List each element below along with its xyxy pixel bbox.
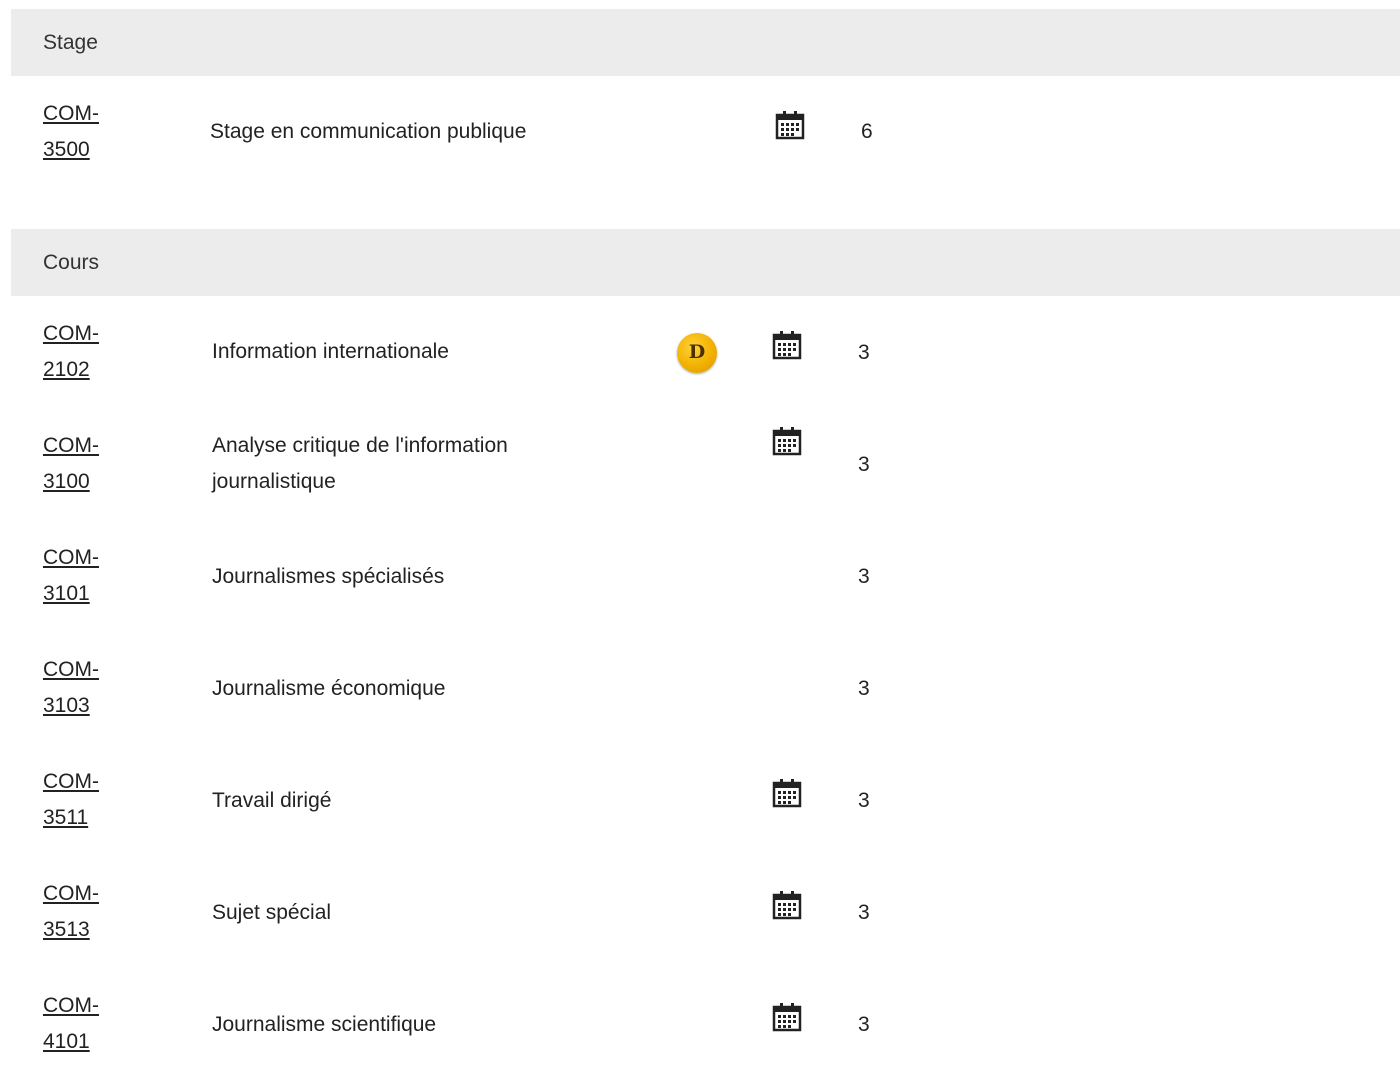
course-title: Journalisme scientifique [212,1013,437,1036]
course-title: Stage en communication publique [210,120,527,143]
course-code-link[interactable]: COM- 3100 [43,428,153,500]
course-code-link[interactable]: COM- 3500 [43,96,153,168]
course-row: COM- 3100 Analyse critique de l'informat… [0,426,1400,524]
course-code-link[interactable]: COM- 3101 [43,540,153,612]
course-row: COM- 3103 Journalisme économique 3 [0,652,1400,748]
section-header-stage: Stage [11,9,1400,76]
credits-value: 3 [858,1013,870,1036]
course-code-link[interactable]: COM- 3511 [43,764,153,836]
credits-value: 3 [858,453,870,476]
course-row: COM- 3500 Stage en communication publiqu… [0,96,1400,192]
credits-value: 3 [858,341,870,364]
credits-value: 3 [858,789,870,812]
section-title: Stage [43,31,98,54]
course-code-link[interactable]: COM- 3103 [43,652,153,724]
calendar-icon[interactable] [772,890,802,920]
course-title: Travail dirigé [212,789,332,812]
calendar-icon[interactable] [772,1002,802,1032]
course-row: COM- 3511 Travail dirigé 3 [0,764,1400,860]
section-header-cours: Cours [11,229,1400,296]
course-row: COM- 3101 Journalismes spécialisés 3 [0,540,1400,636]
calendar-icon[interactable] [772,778,802,808]
course-code-link[interactable]: COM- 4101 [43,988,153,1060]
distance-course-badge: D [677,333,717,373]
calendar-icon[interactable] [775,110,805,140]
calendar-icon[interactable] [772,426,802,456]
section-title: Cours [43,251,100,274]
course-title: Journalismes spécialisés [212,565,445,588]
course-title: Analyse critique de l'information journa… [212,434,508,493]
credits-value: 6 [861,120,873,143]
course-row: COM- 4101 Journalisme scientifique 3 [0,988,1400,1084]
course-title: Information internationale [212,340,449,363]
course-code-link[interactable]: COM- 2102 [43,316,153,388]
course-title: Journalisme économique [212,677,446,700]
course-code-link[interactable]: COM- 3513 [43,876,153,948]
credits-value: 3 [858,677,870,700]
course-row: COM- 3513 Sujet spécial 3 [0,876,1400,972]
calendar-icon[interactable] [772,330,802,360]
credits-value: 3 [858,901,870,924]
course-row: COM- 2102 Information internationale D 3 [0,316,1400,412]
course-title: Sujet spécial [212,901,332,924]
credits-value: 3 [858,565,870,588]
